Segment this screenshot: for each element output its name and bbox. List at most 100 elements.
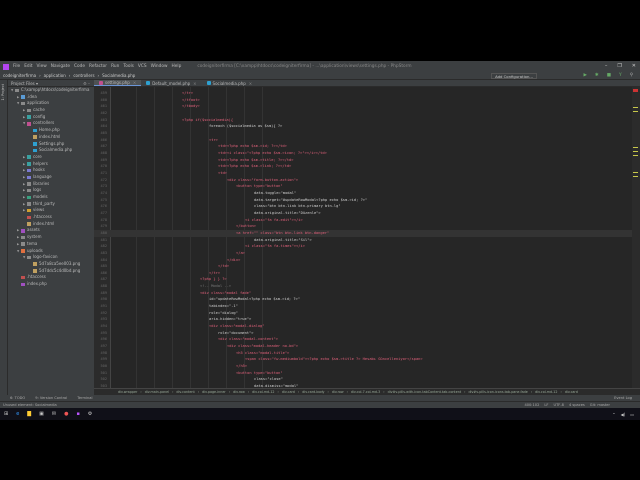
editor-breadcrumb-item[interactable]: div#v-pills-with-icon-tabContent.tab-con… <box>388 390 462 394</box>
code-line[interactable]: 467 <td><?php echo $sm->id; ?></td> <box>94 143 632 150</box>
tree-item[interactable]: index.php <box>8 281 94 288</box>
close-icon[interactable]: ✕ <box>632 63 636 69</box>
project-view-selector[interactable]: Project Files ▾ <box>11 81 38 86</box>
menu-help[interactable]: Help <box>172 64 182 69</box>
code-line[interactable]: 459 </tr> <box>94 90 632 97</box>
code-line[interactable]: 481 data-original-title="Sil"> <box>94 237 632 244</box>
menu-refactor[interactable]: Refactor <box>89 64 107 69</box>
git-branch[interactable]: Git: master <box>590 403 610 407</box>
caret-position[interactable]: 400:102 <box>524 403 539 407</box>
phpstorm-taskbar-icon[interactable]: ▪ <box>76 411 79 417</box>
editor-breadcrumb-item[interactable]: div.col-md-12 <box>252 390 274 394</box>
code-line[interactable]: 479 </button> <box>94 223 632 230</box>
code-line[interactable]: 471 <td> <box>94 170 632 177</box>
code-line[interactable]: 483 </a> <box>94 250 632 257</box>
code-line[interactable]: 473 <button type="button" <box>94 183 632 190</box>
editor-breadcrumb-item[interactable]: div.row <box>332 390 344 394</box>
tree-item[interactable]: Socialmedia.php <box>8 147 94 154</box>
tree-item[interactable]: .htaccess <box>8 274 94 281</box>
tab-socialmedia-php[interactable]: Socialmedia.php × <box>202 80 258 86</box>
tree-item[interactable]: ▶ .idea <box>8 94 94 101</box>
project-tool-button[interactable]: 1: Project <box>1 84 5 101</box>
editor-breadcrumb-item[interactable]: div.content <box>176 390 194 394</box>
code-line[interactable]: 477 data-original-title="Düzenle"> <box>94 210 632 217</box>
code-line[interactable]: 460 </tfoot> <box>94 97 632 104</box>
tree-item[interactable]: .htaccess <box>8 214 94 221</box>
tab-default_model-php[interactable]: Default_model.php × <box>141 80 201 86</box>
code-line[interactable]: 464 foreach ($socialmedia as $sm){ ?> <box>94 123 632 130</box>
code-line[interactable]: 497 <div class="modal-header no-bd"> <box>94 343 632 350</box>
tree-item[interactable]: ▶ views <box>8 207 94 214</box>
editor-breadcrumb-item[interactable]: div.col-7.col-md-3 <box>351 390 380 394</box>
code-line[interactable]: 502 class="close" <box>94 376 632 383</box>
search-icon[interactable]: ⚲ <box>630 73 633 78</box>
breadcrumb-item[interactable]: codeigniterfirma <box>3 73 36 78</box>
code-line[interactable]: 486 </tr> <box>94 270 632 277</box>
mail-icon[interactable]: ✉ <box>52 411 56 417</box>
breadcrumb-item[interactable]: application <box>44 73 66 78</box>
code-line[interactable]: 490 id="updateRowModal<?php echo $sm->id;… <box>94 296 632 303</box>
code-line[interactable]: 475 data-target="#updateRowModal<?php ech… <box>94 197 632 204</box>
stop-icon[interactable]: ■ <box>607 73 611 78</box>
editor-breadcrumb-item[interactable]: div.card <box>565 390 578 394</box>
code-line[interactable]: 494 <div class="modal-dialog" <box>94 323 632 330</box>
tree-item[interactable]: ▶ libraries <box>8 181 94 188</box>
terminal-tool-button[interactable]: Terminal <box>77 396 92 400</box>
code-editor[interactable]: 459 </tr> 460 </tfoot> 461 </tbody> 462 463 <?ph… <box>94 87 632 388</box>
code-line[interactable]: 496 <div class="modal-content"> <box>94 336 632 343</box>
tree-item[interactable]: Settings.php <box>8 141 94 148</box>
tree-item[interactable]: ▼ C:\xampp\htdocs\codeigniterfirma <box>8 87 94 94</box>
code-line[interactable]: 484 </div> <box>94 257 632 264</box>
code-line[interactable]: 470 <td><?php echo $sm->link; ?></td> <box>94 163 632 170</box>
tree-item[interactable]: ▼ controllers <box>8 120 94 127</box>
tree-item[interactable]: Home.php <box>8 127 94 134</box>
tree-item[interactable]: 5d7a8ca5ee003.png <box>8 261 94 268</box>
code-line[interactable]: 499 <span class="fw-mediumbold"><?php ech… <box>94 356 632 363</box>
tree-item[interactable]: index.html <box>8 221 94 228</box>
menu-navigate[interactable]: Navigate <box>51 64 70 69</box>
project-panel-header[interactable]: Project Files ▾ ⚙ – <box>8 80 94 87</box>
run-icon[interactable]: ▶ <box>583 73 586 78</box>
breadcrumb-item[interactable]: Socialmedia.php <box>102 73 135 78</box>
editor-breadcrumb-item[interactable]: div#v-pills-icon-icons.tab-pane.fade <box>468 390 527 394</box>
start-icon[interactable]: ⊞ <box>4 411 8 417</box>
code-line[interactable]: 462 <box>94 110 632 117</box>
code-line[interactable]: 466 <tr> <box>94 137 632 144</box>
menu-edit[interactable]: Edit <box>24 64 32 69</box>
code-line[interactable]: 495 role="document"> <box>94 330 632 337</box>
code-line[interactable]: 491 tabindex="-1" <box>94 303 632 310</box>
menu-code[interactable]: Code <box>74 64 85 69</box>
minimize-icon[interactable]: – <box>605 63 608 69</box>
code-line[interactable]: 489 <div class="modal fade" <box>94 290 632 297</box>
tab-settings-php[interactable]: settings.php × <box>94 80 142 86</box>
version-control-tool-button[interactable]: 9: Version Control <box>35 396 67 400</box>
tab-close-icon[interactable]: × <box>249 81 252 86</box>
editor-breadcrumb-item[interactable]: div.main-panel <box>145 390 169 394</box>
menu-file[interactable]: File <box>13 64 20 69</box>
error-marker[interactable] <box>633 89 638 92</box>
tree-item[interactable]: ▶ core <box>8 154 94 161</box>
editor-breadcrumb-item[interactable]: div.row <box>233 390 245 394</box>
file-explorer-icon[interactable]: ▇ <box>27 411 31 417</box>
edge-icon[interactable]: e <box>16 411 19 417</box>
code-line[interactable]: 463 <?php if($socialmedia){ <box>94 117 632 124</box>
tree-item[interactable]: ▶ cache <box>8 107 94 114</box>
tree-item[interactable]: ▶ helpers <box>8 161 94 168</box>
editor-breadcrumb-item[interactable]: div.col-md-12 <box>535 390 557 394</box>
editor-breadcrumb-item[interactable]: div.page-inner <box>202 390 226 394</box>
breadcrumb-item[interactable]: controllers <box>73 73 94 78</box>
tree-item[interactable]: 5d7ddc5c4d0bd.png <box>8 268 94 275</box>
code-line[interactable]: 476 class="btn btn-link btn-primary btn-l… <box>94 203 632 210</box>
code-line[interactable]: 469 <td><?php echo $sm->title; ?></td> <box>94 157 632 164</box>
chrome-icon[interactable]: ● <box>64 411 68 417</box>
notifications-icon[interactable]: ▭ <box>630 412 634 417</box>
indent-setting[interactable]: 4 spaces <box>569 403 585 407</box>
menu-vcs[interactable]: VCS <box>138 64 147 69</box>
tree-item[interactable]: ▶ logs <box>8 187 94 194</box>
tab-close-icon[interactable]: × <box>133 80 136 85</box>
volume-icon[interactable]: ◀) <box>621 412 626 417</box>
tree-item[interactable]: ▶ third_party <box>8 201 94 208</box>
tree-item[interactable]: ▼ logo-favicon <box>8 254 94 261</box>
code-line[interactable]: 480 <a href="" class="btn btn-link btn-da… <box>94 229 632 237</box>
code-line[interactable]: 498 <h5 class="modal-title"> <box>94 350 632 357</box>
